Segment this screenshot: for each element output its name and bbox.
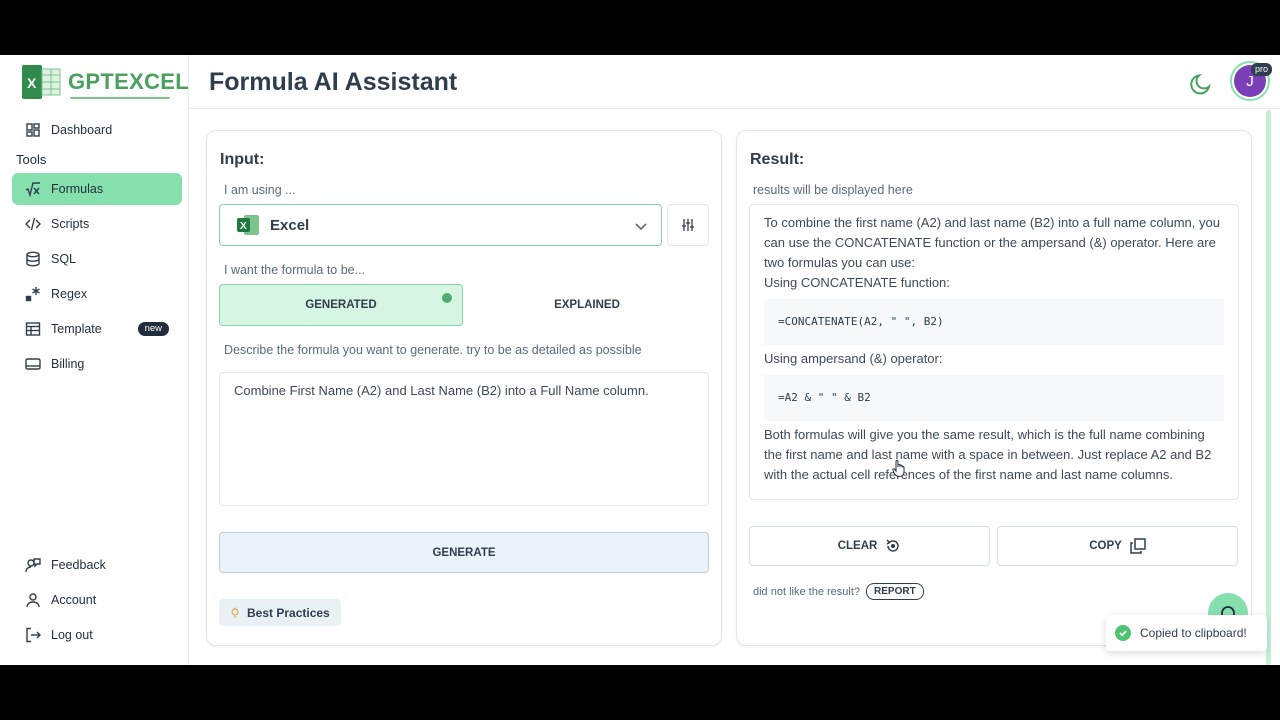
sidebar-item-dashboard[interactable]: Dashboard — [12, 114, 182, 146]
sidebar-item-template[interactable]: Template new — [12, 313, 182, 345]
clear-label: CLEAR — [837, 540, 878, 552]
selected-app: Excel — [270, 216, 310, 234]
logo-text: GPTEXCEL — [68, 69, 189, 94]
sidebar-item-label: Account — [51, 593, 97, 607]
sidebar-item-label: Scripts — [51, 217, 90, 231]
table-icon — [25, 322, 41, 336]
regex-icon — [25, 287, 40, 302]
moon-icon[interactable] — [1188, 71, 1214, 97]
report-row: did not like the result? REPORT — [753, 583, 924, 600]
report-button[interactable]: REPORT — [866, 583, 924, 600]
mode-explained-label: EXPLAINED — [554, 299, 620, 311]
sidebar-item-label: Log out — [51, 628, 93, 642]
sidebar-item-label: Formulas — [51, 182, 104, 196]
sidebar-item-label: SQL — [51, 252, 77, 266]
excel-logo-icon: X — [20, 63, 62, 101]
app-select[interactable]: X Excel — [219, 204, 662, 246]
sidebar-item-billing[interactable]: Billing — [12, 348, 182, 380]
sidebar-item-scripts[interactable]: Scripts — [12, 208, 182, 240]
sidebar-item-account[interactable]: Account — [12, 584, 182, 616]
mode-explained-button[interactable]: EXPLAINED — [465, 284, 709, 326]
page-title: Formula AI Assistant — [209, 68, 458, 96]
input-panel: Input: I am using ... X Excel I want the… — [206, 130, 722, 646]
mode-hint: I want the formula to be... — [224, 263, 366, 277]
sidebar-item-label: Billing — [51, 357, 85, 371]
logout-icon — [26, 627, 41, 643]
result-panel: Result: results will be displayed here T… — [736, 130, 1252, 646]
lightbulb-icon — [231, 607, 239, 618]
reset-icon — [886, 539, 900, 552]
copy-label: COPY — [1089, 540, 1122, 552]
check-circle-icon — [1115, 625, 1131, 641]
feedback-icon — [25, 558, 41, 573]
sidebar-item-sql[interactable]: SQL — [12, 243, 182, 275]
check-circle-icon — [442, 293, 452, 303]
code-block-amp[interactable]: =A2 & " " & B2 — [764, 375, 1224, 421]
sidebar-item-label: Regex — [51, 287, 88, 301]
new-badge: new — [137, 322, 169, 336]
sliders-icon — [682, 219, 694, 231]
result-outro: Both formulas will give you the same res… — [764, 427, 1212, 482]
code-icon — [25, 217, 41, 231]
sidebar-item-feedback[interactable]: Feedback — [12, 549, 182, 581]
excel-icon: X — [237, 215, 259, 235]
pro-badge: pro — [1251, 63, 1273, 76]
grid-icon — [26, 123, 40, 137]
clear-button[interactable]: CLEAR — [749, 526, 990, 566]
app-window: X GPTEXCEL Dashboard Tools Formulas Scri… — [0, 55, 1280, 665]
sidebar-item-logout[interactable]: Log out — [12, 619, 182, 651]
describe-hint: Describe the formula you want to generat… — [224, 343, 642, 357]
result-label-amp: Using ampersand (&) operator: — [764, 351, 943, 366]
chevron-down-icon — [635, 223, 647, 231]
toast-message: Copied to clipboard! — [1140, 626, 1247, 640]
best-practices-button[interactable]: Best Practices — [219, 599, 341, 626]
square-root-icon — [25, 182, 40, 197]
result-hint: results will be displayed here — [753, 183, 913, 197]
using-hint: I am using ... — [224, 183, 296, 197]
result-label-concat: Using CONCATENATE function: — [764, 275, 950, 290]
result-title: Result: — [750, 151, 805, 168]
copy-icon — [1130, 538, 1146, 554]
prompt-textarea[interactable]: Combine First Name (A2) and Last Name (B… — [219, 372, 709, 506]
generate-button[interactable]: GENERATE — [219, 532, 709, 573]
mode-generated-label: GENERATED — [305, 299, 377, 311]
settings-button[interactable] — [667, 204, 709, 246]
user-icon — [26, 593, 40, 608]
sidebar-item-label: Dashboard — [51, 123, 113, 137]
sidebar-item-regex[interactable]: Regex — [12, 278, 182, 310]
sidebar-item-label: Feedback — [51, 558, 106, 572]
logo-underline — [70, 97, 170, 99]
tools-heading: Tools — [16, 152, 47, 167]
mode-generated-button[interactable]: GENERATED — [219, 284, 463, 326]
hand-cursor-icon — [892, 460, 905, 477]
code-block-concat[interactable]: =CONCATENATE(A2, " ", B2) — [764, 299, 1224, 345]
header: Formula AI Assistant J pro — [189, 55, 1280, 109]
best-practices-label: Best Practices — [247, 605, 330, 620]
generate-label: GENERATE — [432, 546, 496, 559]
svg-text:X: X — [240, 221, 247, 232]
svg-text:X: X — [27, 75, 37, 91]
copy-button[interactable]: COPY — [997, 526, 1238, 566]
result-intro: To combine the first name (A2) and last … — [764, 215, 1220, 270]
scrollbar[interactable] — [1266, 110, 1271, 665]
sidebar-item-label: Template — [51, 322, 102, 336]
feedback-text: did not like the result? — [753, 585, 861, 598]
sidebar: X GPTEXCEL Dashboard Tools Formulas Scri… — [0, 55, 189, 665]
toast-notification: Copied to clipboard! — [1106, 615, 1267, 651]
database-icon — [26, 251, 40, 267]
logo[interactable]: X GPTEXCEL — [20, 63, 189, 101]
credit-card-icon — [25, 358, 41, 370]
result-box: To combine the first name (A2) and last … — [749, 204, 1239, 500]
input-title: Input: — [220, 151, 265, 168]
sidebar-item-formulas[interactable]: Formulas — [12, 173, 182, 205]
